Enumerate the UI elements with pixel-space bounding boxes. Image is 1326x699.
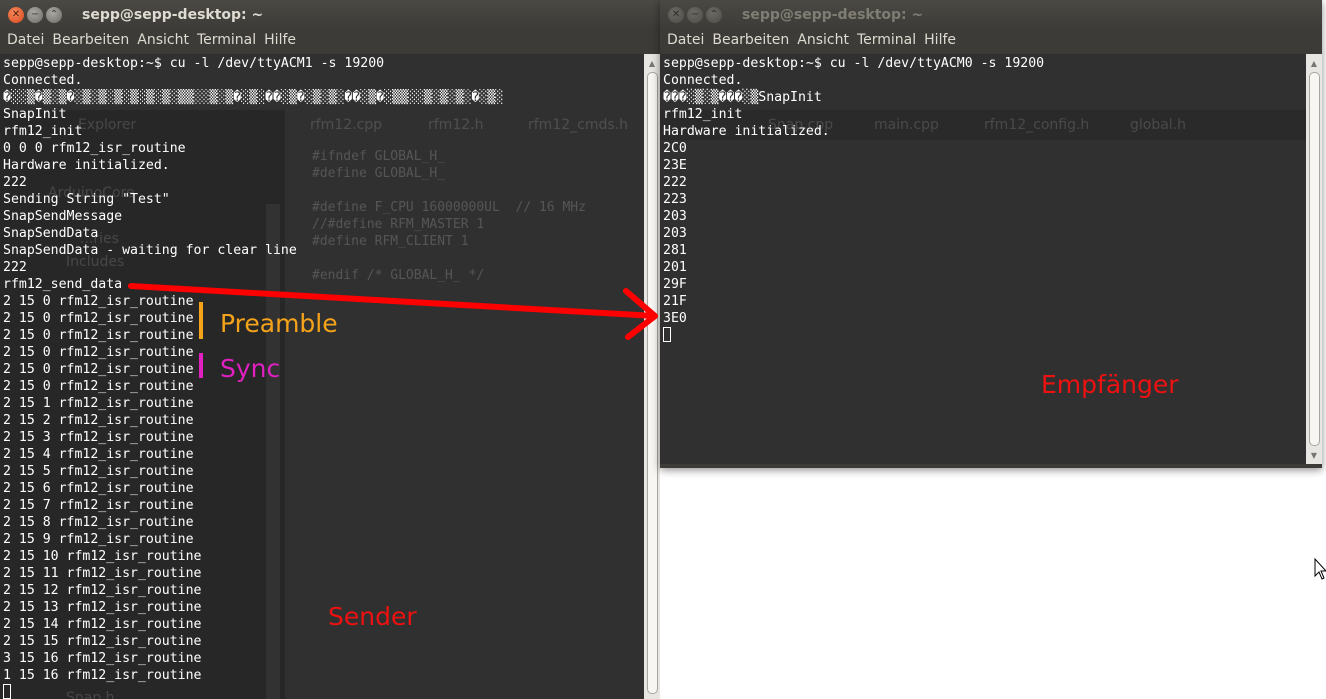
red-arrow xyxy=(128,283,658,340)
arrow-shaft xyxy=(128,283,658,319)
mouse-pointer-icon xyxy=(1314,558,1326,580)
